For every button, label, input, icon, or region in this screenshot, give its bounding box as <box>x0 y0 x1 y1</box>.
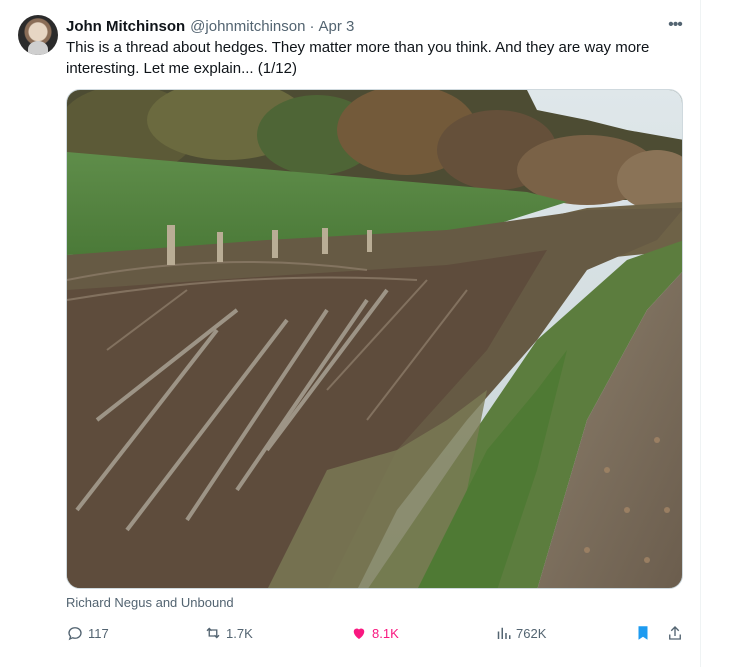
analytics-icon <box>497 627 511 639</box>
tweet-text: This is a thread about hedges. They matt… <box>66 39 650 77</box>
bookmark-button[interactable] <box>634 622 656 644</box>
tweet-card[interactable]: John Mitchinson @johnmitchinson · Apr 3 … <box>0 0 701 667</box>
like-count: 8.1K <box>372 625 399 641</box>
repost-button[interactable]: 1.7K <box>204 622 253 644</box>
tweet-date[interactable]: Apr 3 <box>318 18 354 35</box>
share-icon <box>669 626 681 640</box>
like-button[interactable]: 8.1K <box>350 622 399 644</box>
views-button[interactable]: 762K <box>494 622 546 644</box>
more-options-icon[interactable]: ••• <box>664 15 686 35</box>
photo-credit[interactable]: Richard Negus and Unbound <box>66 595 234 610</box>
tweet-photo[interactable] <box>66 89 683 589</box>
share-button[interactable] <box>666 622 688 644</box>
author-avatar[interactable] <box>18 15 58 55</box>
author-handle[interactable]: @johnmitchinson <box>190 18 305 35</box>
author-name[interactable]: John Mitchinson <box>66 18 185 35</box>
views-count: 762K <box>516 625 547 641</box>
heart-icon <box>353 628 365 639</box>
tweet-actions: 117 1.7K 8.1K 762K <box>66 622 686 644</box>
hedge-photo-image <box>67 90 682 588</box>
reply-count: 117 <box>88 625 109 641</box>
reply-icon <box>68 627 82 641</box>
repost-count: 1.7K <box>226 625 253 641</box>
repost-icon <box>206 627 220 639</box>
reply-button[interactable]: 117 <box>66 622 109 644</box>
separator-dot: · <box>309 17 315 35</box>
bookmark-icon <box>638 626 648 640</box>
tweet-header: John Mitchinson @johnmitchinson · Apr 3 <box>66 16 354 36</box>
